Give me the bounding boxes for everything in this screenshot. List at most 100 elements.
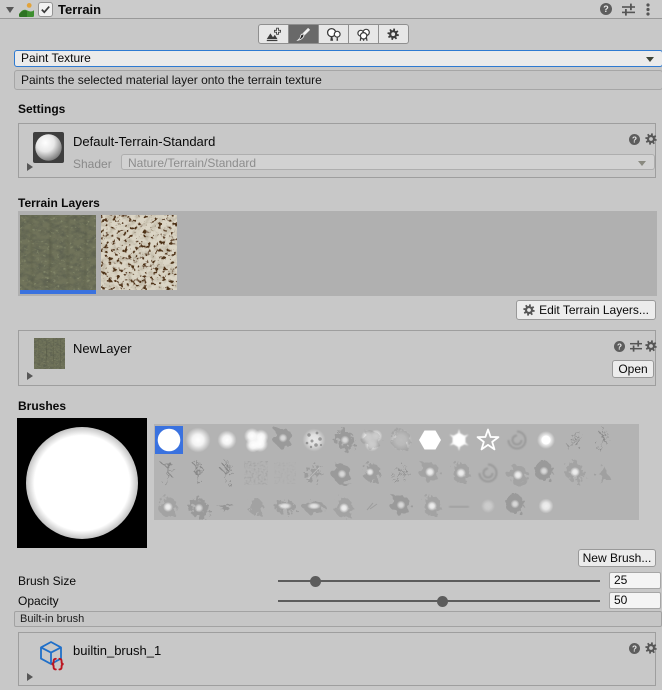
- brush-tile-splatl-30[interactable]: [561, 459, 589, 487]
- brush-tile-splatl-25[interactable]: [416, 459, 444, 487]
- brush-tile-splatl-41[interactable]: [416, 492, 444, 520]
- brush-tile-tree-17[interactable]: [184, 459, 212, 487]
- gear-icon[interactable]: [645, 340, 657, 352]
- open-button[interactable]: Open: [612, 360, 654, 378]
- gear-icon: [523, 304, 535, 316]
- brush-tile-wave-37[interactable]: [300, 492, 328, 520]
- tool-button-paint-terrain[interactable]: [288, 24, 319, 44]
- brush-tile-splat-29[interactable]: [532, 459, 560, 487]
- tool-button-paint-trees[interactable]: [318, 24, 349, 44]
- help-icon[interactable]: ?: [600, 3, 612, 15]
- brush-tile-splat-44[interactable]: [503, 492, 531, 520]
- paint-tool-dropdown-value: Paint Texture: [21, 51, 91, 65]
- presets-icon[interactable]: [630, 340, 642, 352]
- brush-tile-softd-8[interactable]: [387, 426, 415, 454]
- value-field-brush-size[interactable]: 25: [609, 572, 661, 589]
- presets-icon[interactable]: [622, 3, 635, 16]
- brush-tile-hex-9[interactable]: [416, 426, 444, 454]
- brush-tile-bird-34[interactable]: [213, 492, 241, 520]
- brush-tile-splat-4[interactable]: [271, 426, 299, 454]
- brush-tile-cluster-3[interactable]: [242, 426, 270, 454]
- brush-tile-splat-22[interactable]: [329, 459, 357, 487]
- slider-handle[interactable]: [310, 576, 321, 587]
- foldout-collapsed-icon[interactable]: [27, 673, 33, 681]
- brush-tile-splatl-26[interactable]: [445, 459, 473, 487]
- tool-button-paint-details[interactable]: [348, 24, 379, 44]
- help-icon[interactable]: ?: [629, 643, 640, 654]
- brush-tile-splatl-32[interactable]: [155, 492, 183, 520]
- brush-tile-wave-36[interactable]: [271, 492, 299, 520]
- brush-tile-dotf-43[interactable]: [474, 492, 502, 520]
- brush-tile-splatl-28[interactable]: [503, 459, 531, 487]
- slider-handle[interactable]: [437, 596, 448, 607]
- brush-tile-swirl-12[interactable]: [503, 426, 531, 454]
- foldout-collapsed-icon[interactable]: [27, 163, 33, 171]
- kebab-menu-icon[interactable]: [646, 3, 650, 16]
- brush-tile-scratchsm-39[interactable]: [358, 492, 386, 520]
- terrain-layer-thumbnail-grass[interactable]: [20, 215, 96, 290]
- gear-icon[interactable]: [645, 133, 657, 145]
- material-preview-sphere[interactable]: [33, 132, 64, 163]
- brush-tile-circle-0[interactable]: [155, 426, 183, 454]
- terrain-layer-thumbnail-stone[interactable]: [101, 215, 177, 290]
- value-field-opacity[interactable]: 50: [609, 592, 661, 609]
- svg-text:?: ?: [617, 342, 622, 351]
- slider-label-brush-size: Brush Size: [18, 574, 76, 588]
- brush-tile-tree-18[interactable]: [213, 459, 241, 487]
- brush-tile-splat-33[interactable]: [184, 492, 212, 520]
- layer-preview-thumbnail[interactable]: [34, 338, 65, 369]
- brush-tile-blobd-35[interactable]: [242, 492, 270, 520]
- edit-terrain-layers-button[interactable]: Edit Terrain Layers...: [516, 300, 656, 320]
- brush-tile-line-42[interactable]: [445, 492, 473, 520]
- brush-asset-name: builtin_brush_1: [73, 643, 161, 658]
- slider-label-opacity: Opacity: [18, 594, 59, 608]
- tool-button-create-neighbor-terrains[interactable]: [258, 24, 289, 44]
- svg-text:?: ?: [632, 135, 637, 144]
- brush-tile-swirl-27[interactable]: [474, 459, 502, 487]
- edit-terrain-layers-label: Edit Terrain Layers...: [539, 303, 649, 317]
- brush-tile-star5-11[interactable]: [474, 426, 502, 454]
- brush-tile-scratch-14[interactable]: [561, 426, 589, 454]
- slider-track[interactable]: [278, 580, 600, 582]
- help-icon[interactable]: ?: [629, 134, 640, 145]
- shader-dropdown: Nature/Terrain/Standard: [121, 154, 655, 170]
- tool-button-terrain-settings[interactable]: [378, 24, 409, 44]
- paint-tool-dropdown[interactable]: Paint Texture: [14, 50, 662, 67]
- new-brush-button[interactable]: New Brush...: [578, 549, 656, 567]
- brush-tile-noise-19[interactable]: [242, 459, 270, 487]
- brush-tile-branch-15[interactable]: [590, 426, 618, 454]
- enabled-checkbox[interactable]: [38, 2, 53, 17]
- brush-tile-branch-16[interactable]: [155, 459, 183, 487]
- help-icon[interactable]: ?: [614, 341, 625, 352]
- inspector-header: Terrain ?: [0, 0, 662, 19]
- gear-icon[interactable]: [645, 642, 657, 654]
- brush-tile-softsm-2[interactable]: [213, 426, 241, 454]
- foldout-expanded-icon[interactable]: [6, 7, 14, 13]
- brush-tile-dot-13[interactable]: [532, 426, 560, 454]
- brush-tile-splatl-38[interactable]: [329, 492, 357, 520]
- brush-tile-tri-31[interactable]: [590, 459, 618, 487]
- paint-details-icon: [356, 27, 371, 42]
- brush-tile-blobdl-23[interactable]: [358, 459, 386, 487]
- brush-tile-splat-40[interactable]: [387, 492, 415, 520]
- brush-tile-star6-10[interactable]: [445, 426, 473, 454]
- brush-tile-noisef-20[interactable]: [271, 459, 299, 487]
- scriptable-object-icon[interactable]: [36, 639, 66, 669]
- brush-tile-splat-6[interactable]: [329, 426, 357, 454]
- brush-preview-circle: [26, 427, 138, 539]
- selected-layer-indicator: [20, 290, 96, 294]
- brush-tile-leaf-21[interactable]: [300, 459, 328, 487]
- terrain-layers-section-label: Terrain Layers: [18, 196, 100, 210]
- brush-tile-clusterd-7[interactable]: [358, 426, 386, 454]
- brush-tile-softsm2-45[interactable]: [532, 492, 560, 520]
- brush-tile-speckle-5[interactable]: [300, 426, 328, 454]
- brush-palette: [154, 424, 639, 520]
- brush-tile-scratch-24[interactable]: [387, 459, 415, 487]
- paint-trees-icon: [326, 27, 341, 42]
- material-inspector-box: Default-Terrain-Standard ? Shader Nature…: [18, 123, 656, 178]
- material-name: Default-Terrain-Standard: [73, 134, 215, 149]
- brush-tile-soft-1[interactable]: [184, 426, 212, 454]
- foldout-collapsed-icon[interactable]: [27, 372, 33, 380]
- chevron-down-icon: [638, 161, 646, 166]
- terrain-tool-toolbar: [258, 24, 409, 44]
